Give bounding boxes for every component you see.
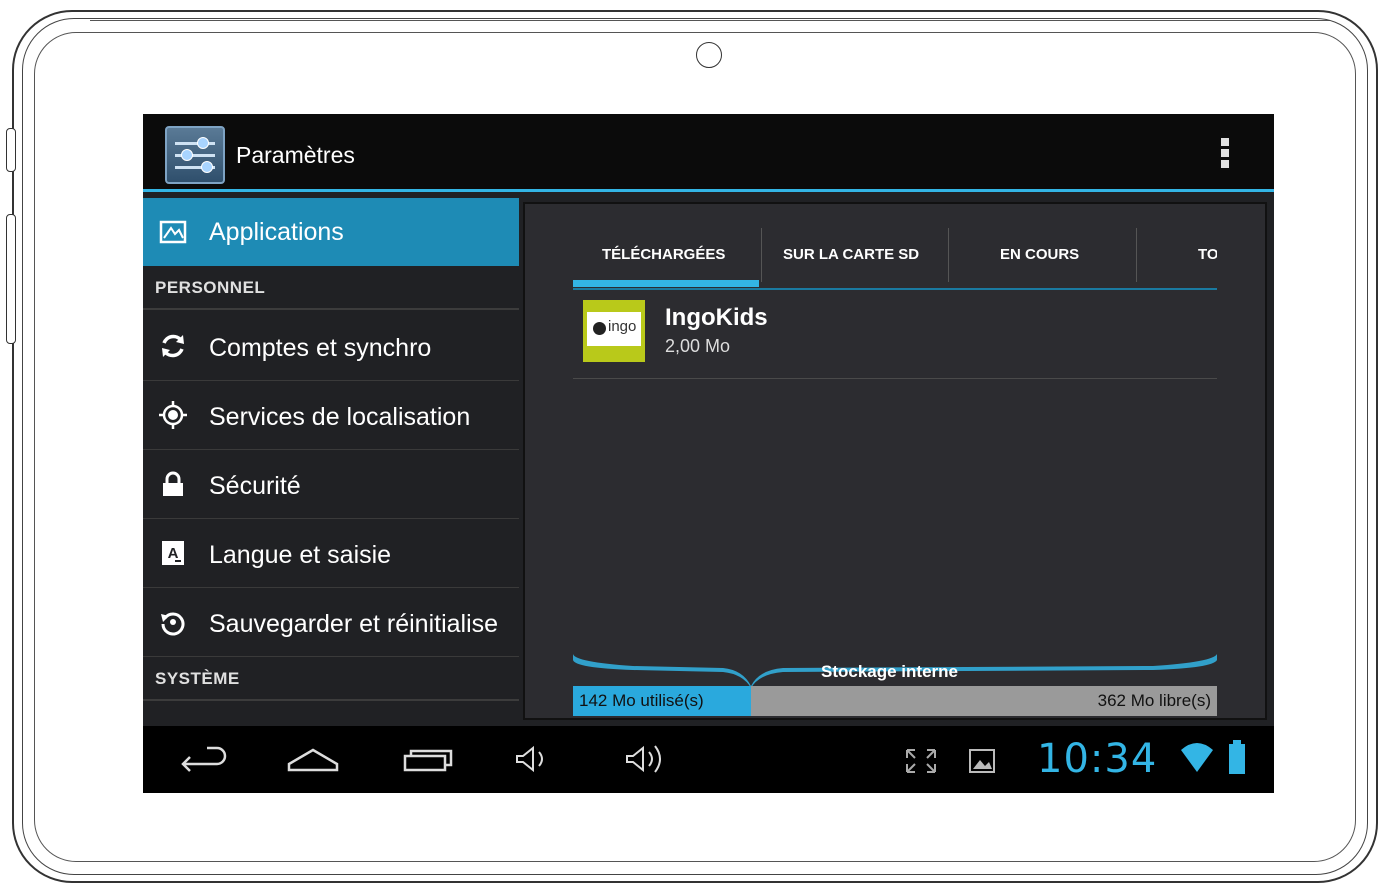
sidebar-item-label: Comptes et synchro — [209, 334, 432, 362]
back-icon[interactable] — [173, 726, 233, 793]
sidebar-item-backup[interactable]: Sauvegarder et réinitialise — [143, 588, 519, 657]
sidebar-item-language[interactable]: A Langue et saisie — [143, 519, 519, 588]
applications-icon — [159, 220, 187, 244]
svg-text:A: A — [168, 545, 179, 562]
system-bar: 10:34 — [143, 726, 1274, 793]
storage-label: Stockage interne — [821, 662, 958, 681]
sync-icon — [162, 334, 184, 358]
tab-sd-card[interactable]: SUR LA CARTE SD — [762, 216, 948, 286]
tab-bar: TÉLÉCHARGÉES SUR LA CARTE SD EN COURS TO — [573, 216, 1217, 290]
settings-sliders-icon[interactable] — [165, 126, 225, 184]
sidebar-item-label: Sauvegarder et réinitialise — [209, 610, 499, 638]
tab-all[interactable]: TO — [1137, 216, 1217, 286]
sidebar-item-accounts[interactable]: Comptes et synchro — [143, 312, 519, 381]
camera-icon — [696, 42, 722, 68]
sidebar-item-label: Applications — [209, 218, 344, 246]
sidebar-item-label: Langue et saisie — [209, 541, 392, 569]
fullscreen-icon[interactable] — [903, 726, 939, 793]
tab-downloaded[interactable]: TÉLÉCHARGÉES — [573, 216, 759, 287]
tablet-screen: Paramètres Applications PERSONNEL Compte… — [143, 114, 1274, 793]
location-icon — [159, 401, 187, 429]
volume-up-icon[interactable] — [621, 726, 681, 793]
screenshot-icon[interactable] — [967, 726, 997, 793]
recent-apps-icon[interactable] — [397, 726, 457, 793]
page-title: Paramètres — [236, 142, 355, 168]
volume-button — [6, 214, 16, 344]
tab-running[interactable]: EN COURS — [949, 216, 1135, 286]
sidebar-item-location[interactable]: Services de localisation — [143, 381, 519, 450]
home-icon[interactable] — [283, 726, 343, 793]
tab-indicator — [573, 280, 759, 287]
power-button — [6, 128, 16, 172]
lock-icon — [163, 471, 183, 496]
volume-down-icon[interactable] — [509, 726, 559, 793]
settings-sidebar: Applications PERSONNEL Comptes et synchr… — [143, 198, 519, 726]
app-name: IngoKids — [665, 304, 768, 331]
language-icon: A — [162, 541, 184, 565]
sidebar-item-security[interactable]: Sécurité — [143, 450, 519, 519]
applications-panel: TÉLÉCHARGÉES SUR LA CARTE SD EN COURS TO… — [523, 202, 1267, 720]
clock: 10:34 — [1037, 736, 1158, 782]
section-header-system: SYSTÈME — [143, 657, 519, 701]
sidebar-item-label: Services de localisation — [209, 403, 471, 431]
sidebar-item-label: Sécurité — [209, 472, 301, 500]
overflow-menu-icon[interactable] — [1221, 138, 1231, 172]
action-bar: Paramètres — [143, 114, 1274, 192]
list-item[interactable]: ingo IngoKids 2,00 Mo — [573, 290, 1217, 379]
storage-used: 142 Mo utilisé(s) — [573, 686, 751, 716]
section-header-personal: PERSONNEL — [143, 266, 519, 310]
wifi-icon — [1181, 743, 1213, 772]
battery-icon — [1229, 740, 1245, 774]
storage-free: 362 Mo libre(s) — [1097, 691, 1211, 710]
storage-bar: 142 Mo utilisé(s) 362 Mo libre(s) — [573, 686, 1217, 716]
backup-icon — [161, 612, 185, 636]
sidebar-item-applications[interactable]: Applications — [143, 198, 519, 266]
ingokids-logo: ingo — [583, 300, 645, 362]
app-size: 2,00 Mo — [665, 336, 731, 356]
